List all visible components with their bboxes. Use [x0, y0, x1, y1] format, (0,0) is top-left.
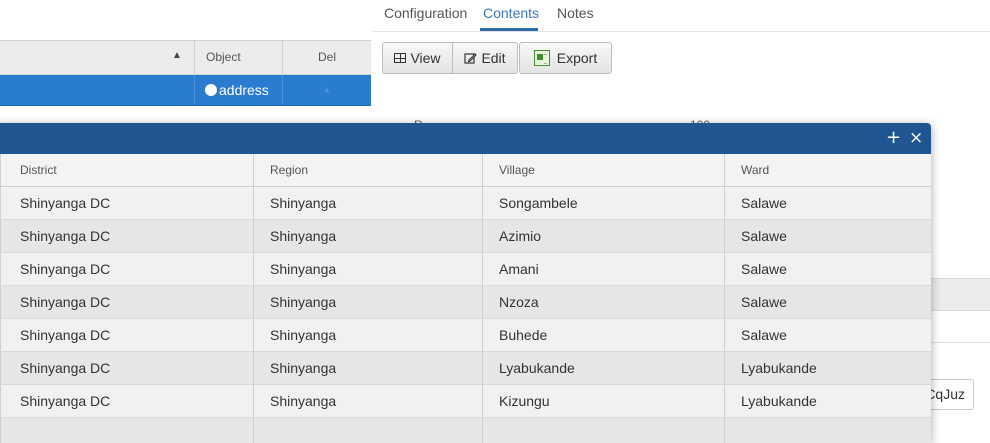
column-header-region[interactable]: Region	[270, 154, 308, 186]
ward-cell: Salawe	[741, 261, 787, 277]
column-header-object[interactable]: Object	[194, 41, 283, 74]
ward-cell: Lyabukande	[741, 393, 817, 409]
edit-button-label: Edit	[481, 50, 506, 66]
village-cell: Songambele	[499, 195, 578, 211]
records-dialog: + × District Region Village Ward Shinyan…	[0, 123, 931, 443]
tab-notes[interactable]: Notes	[557, 5, 594, 21]
object-value: address	[219, 82, 269, 98]
tab-configuration[interactable]: Configuration	[384, 5, 467, 21]
spreadsheet-icon	[533, 50, 550, 66]
table-row[interactable]: Shinyanga DC Shinyanga Nzoza Salawe	[0, 286, 931, 319]
ward-cell: Salawe	[741, 327, 787, 343]
background-panel-header	[930, 278, 990, 311]
object-table-header: ▲ Object Del	[0, 40, 371, 75]
region-cell: Shinyanga	[270, 360, 337, 376]
tab-contents[interactable]: Contents	[483, 5, 539, 21]
edit-pencil-icon	[464, 52, 478, 65]
table-row[interactable]: Shinyanga DC Shinyanga Buhede Salawe	[0, 319, 931, 352]
records-table-header: District Region Village Ward	[0, 154, 931, 187]
district-cell: Shinyanga DC	[20, 360, 111, 376]
village-cell: Amani	[499, 261, 539, 277]
delete-cell[interactable]: ▲	[282, 75, 371, 105]
region-cell: Shinyanga	[270, 294, 337, 310]
region-cell: Shinyanga	[270, 261, 337, 277]
contents-toolbar: View Edit Export	[382, 42, 612, 74]
district-cell: Shinyanga DC	[20, 327, 111, 343]
column-header-district[interactable]: District	[20, 154, 57, 186]
village-cell: Kizungu	[499, 393, 550, 409]
view-button-label: View	[410, 50, 441, 66]
village-cell: Lyabukande	[499, 360, 575, 376]
export-button[interactable]: Export	[519, 42, 612, 74]
add-icon[interactable]: +	[886, 127, 901, 149]
object-table: ▲ Object Del address ▲	[0, 40, 371, 106]
village-cell: Nzoza	[499, 294, 539, 310]
table-row[interactable]	[0, 418, 931, 443]
region-cell: Shinyanga	[270, 393, 337, 409]
district-cell: Shinyanga DC	[20, 294, 111, 310]
object-cell[interactable]: address	[194, 75, 283, 105]
district-cell: Shinyanga DC	[20, 393, 111, 409]
view-tabs: Configuration Contents Notes	[372, 0, 990, 32]
sort-ascending-icon[interactable]: ▲	[172, 50, 182, 61]
region-cell: Shinyanga	[270, 228, 337, 244]
ward-cell: Salawe	[741, 294, 787, 310]
region-cell: Shinyanga	[270, 195, 337, 211]
column-header-del[interactable]: Del	[282, 41, 371, 74]
village-cell: Buhede	[499, 327, 548, 343]
edit-button[interactable]: Edit	[453, 42, 518, 74]
close-icon[interactable]: ×	[909, 127, 923, 149]
table-grid-icon	[394, 53, 407, 63]
ward-cell: Lyabukande	[741, 360, 817, 376]
dialog-title-bar[interactable]: + ×	[0, 123, 931, 155]
ward-cell: Salawe	[741, 228, 787, 244]
table-row[interactable]: Shinyanga DC Shinyanga Azimio Salawe	[0, 220, 931, 253]
district-cell: Shinyanga DC	[20, 195, 111, 211]
export-button-label: Export	[556, 50, 598, 66]
table-row[interactable]: Shinyanga DC Shinyanga Amani Salawe	[0, 253, 931, 286]
radio-dot-icon	[205, 84, 217, 96]
table-row[interactable]: Shinyanga DC Shinyanga Lyabukande Lyabuk…	[0, 352, 931, 385]
column-header-village[interactable]: Village	[499, 154, 535, 186]
delete-icon[interactable]: ▲	[323, 85, 331, 94]
object-table-row-selected[interactable]: address ▲	[0, 75, 371, 106]
column-header-ward[interactable]: Ward	[741, 154, 769, 186]
background-divider	[930, 342, 990, 343]
region-cell: Shinyanga	[270, 327, 337, 343]
district-cell: Shinyanga DC	[20, 261, 111, 277]
records-table: District Region Village Ward Shinyanga D…	[0, 154, 931, 443]
table-row[interactable]: Shinyanga DC Shinyanga Kizungu Lyabukand…	[0, 385, 931, 418]
district-cell: Shinyanga DC	[20, 228, 111, 244]
active-tab-indicator	[480, 28, 538, 31]
village-cell: Azimio	[499, 228, 542, 244]
table-row[interactable]: Shinyanga DC Shinyanga Songambele Salawe	[0, 187, 931, 220]
view-button[interactable]: View	[382, 42, 453, 74]
ward-cell: Salawe	[741, 195, 787, 211]
